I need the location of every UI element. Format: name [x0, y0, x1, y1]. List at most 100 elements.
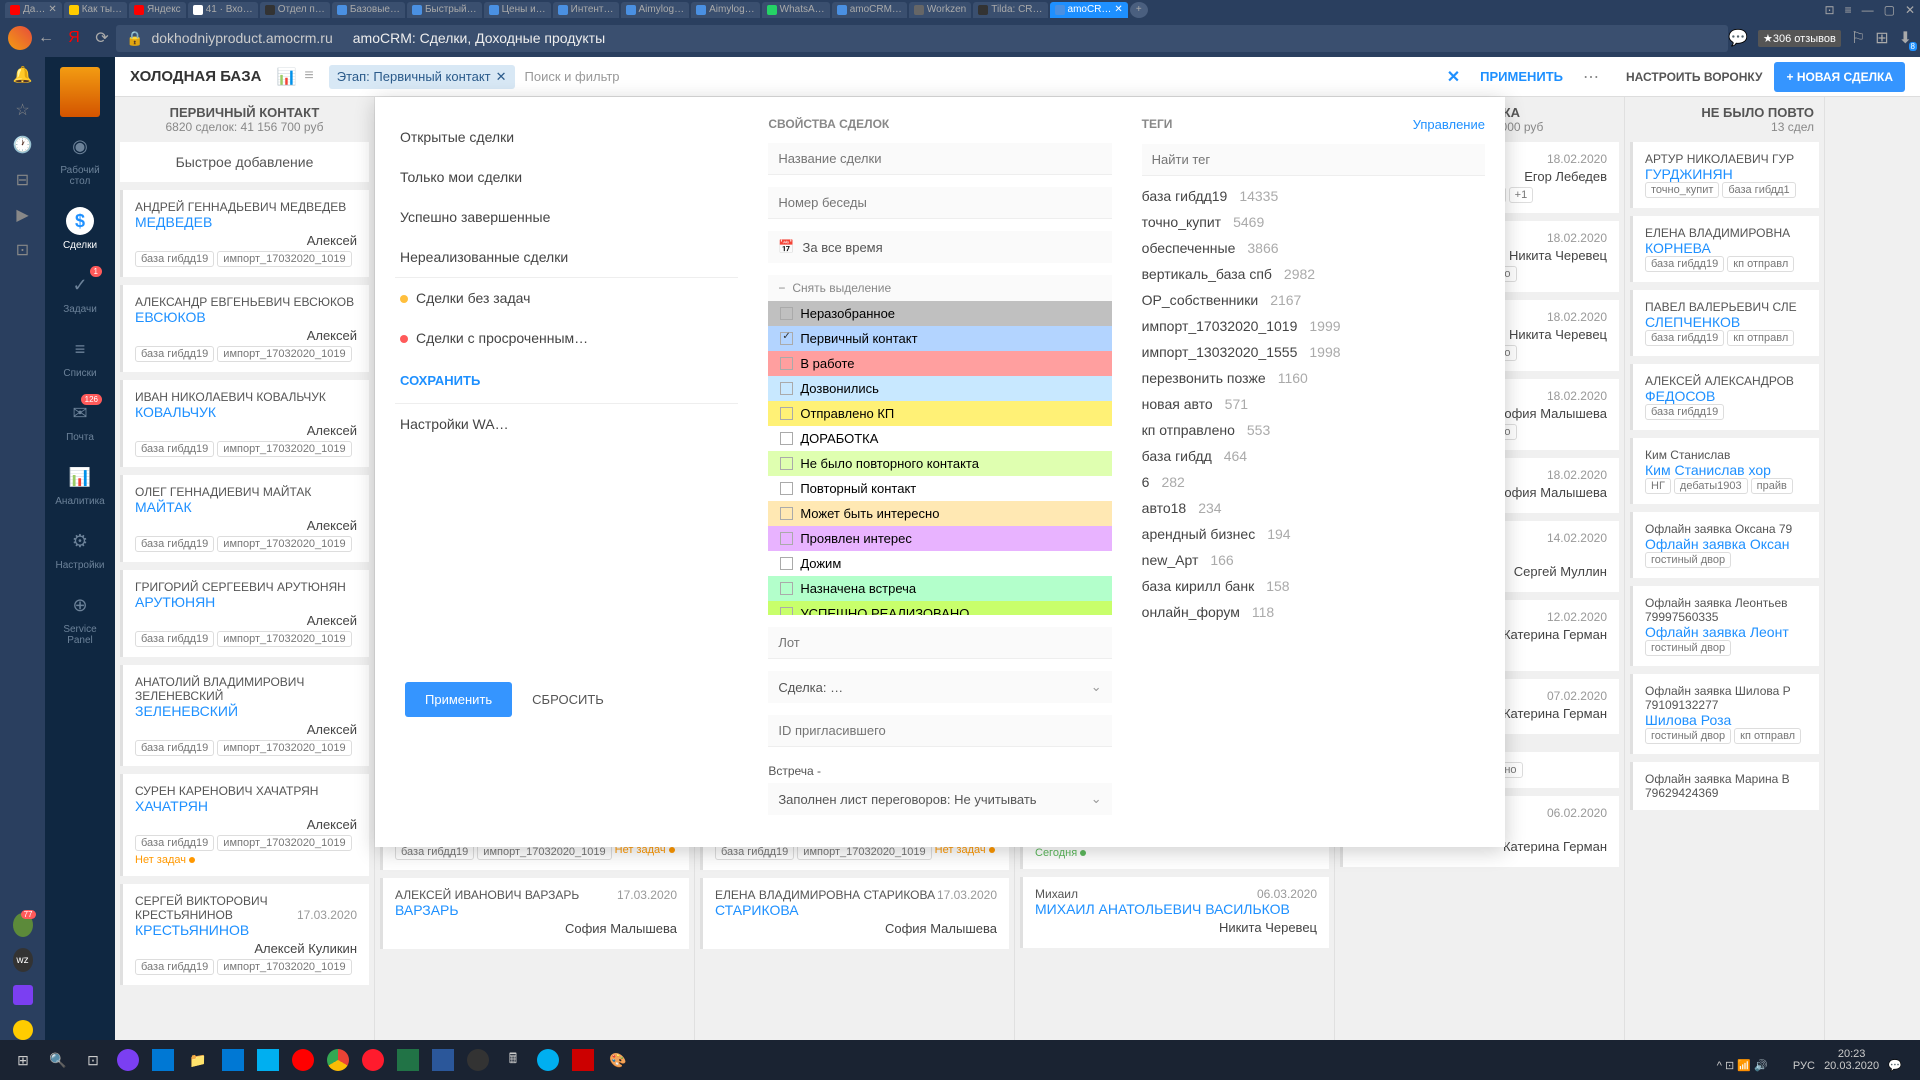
checkbox[interactable] [780, 332, 793, 345]
window-icon[interactable]: ⊡ [1825, 3, 1835, 17]
tag[interactable]: +1 [1509, 187, 1534, 203]
tag[interactable]: гостиный двор [1645, 728, 1731, 744]
pdf-icon[interactable] [568, 1045, 598, 1075]
more-icon[interactable]: ⋯ [1583, 67, 1599, 87]
stage-option[interactable]: Может быть интересно [768, 501, 1111, 526]
tag-filter-row[interactable]: ОР_собственники2167 [1142, 292, 1485, 308]
task-view-icon[interactable]: ⊡ [78, 1045, 108, 1075]
app-icon[interactable] [253, 1045, 283, 1075]
checkbox[interactable] [780, 307, 793, 320]
tab[interactable]: WhatsA… [762, 2, 830, 18]
deal-card[interactable]: АЛЕКСЕЙ ИВАНОВИЧ ВАРЗАРЬ17.03.2020 ВАРЗА… [380, 878, 689, 949]
tag[interactable]: импорт_17032020_1019 [217, 631, 351, 647]
deal-card[interactable]: ОЛЕГ ГЕННАДИЕВИЧ МАЙТАК МАЙТАК Алексей б… [120, 475, 369, 562]
tab[interactable]: Быстрый… [407, 2, 482, 18]
tag[interactable]: гостиный двор [1645, 640, 1731, 656]
tab[interactable]: Workzen [909, 2, 971, 18]
tag[interactable]: база гибдд19 [135, 835, 214, 851]
filter-menu-item[interactable]: Нереализованные сделки [395, 237, 738, 277]
tag-search-input[interactable] [1142, 144, 1485, 176]
deal-card[interactable]: СУРЕН КАРЕНОВИЧ ХАЧАТРЯН ХАЧАТРЯН Алексе… [120, 774, 369, 876]
app-icon[interactable] [148, 1045, 178, 1075]
close-icon[interactable]: ✕ [496, 69, 507, 85]
tag-filter-row[interactable]: импорт_17032020_10191999 [1142, 318, 1485, 334]
paint-icon[interactable]: 🎨 [603, 1045, 633, 1075]
tag[interactable]: импорт_17032020_1019 [217, 441, 351, 457]
filter-menu-item[interactable]: Сделки без задач [395, 278, 738, 318]
tag-filter-row[interactable]: импорт_13032020_15551998 [1142, 344, 1485, 360]
deal-card[interactable]: СЕРГЕЙ ВИКТОРОВИЧ КРЕСТЬЯНИНОВ17.03.2020… [120, 884, 369, 985]
opera-icon[interactable] [358, 1045, 388, 1075]
deal-card[interactable]: Офлайн заявка Шилова Р 79109132277 Шилов… [1630, 674, 1819, 754]
new-tab-button[interactable]: + [1130, 2, 1148, 18]
tag[interactable]: импорт_17032020_1019 [217, 346, 351, 362]
checkbox[interactable] [780, 482, 793, 495]
tag[interactable]: импорт_17032020_1019 [217, 959, 351, 975]
stage-option[interactable]: УСПЕШНО РЕАЛИЗОВАНО [768, 601, 1111, 615]
tab[interactable]: amoCRM… [832, 2, 907, 18]
configure-button[interactable]: НАСТРОИТЬ ВОРОНКУ [1614, 62, 1774, 92]
tab[interactable]: Интент… [553, 2, 619, 18]
deal-select[interactable]: Сделка: …⌄ [768, 671, 1111, 703]
reviews-badge[interactable]: ★306 отзывов [1758, 30, 1841, 47]
filter-menu-item[interactable]: Только мои сделки [395, 157, 738, 197]
deal-card[interactable]: АНАТОЛИЙ ВЛАДИМИРОВИЧ ЗЕЛЕНЕВСКИЙ ЗЕЛЕНЕ… [120, 665, 369, 766]
checkbox[interactable] [780, 357, 793, 370]
sidebar-item-desktop[interactable]: ◉Рабочий стол [50, 122, 110, 197]
ext-icon[interactable]: 77 [13, 915, 33, 935]
search-icon[interactable]: 🔍 [43, 1045, 73, 1075]
filter-menu-item[interactable]: Успешно завершенные [395, 197, 738, 237]
stage-option[interactable]: Проявлен интерес [768, 526, 1111, 551]
apply-link[interactable]: ПРИМЕНИТЬ [1480, 69, 1563, 84]
checkbox[interactable] [780, 582, 793, 595]
list-icon[interactable]: ≡ [304, 67, 313, 87]
download-icon[interactable]: ⬇8 [1899, 28, 1912, 48]
play-icon[interactable]: ▶ [13, 205, 33, 225]
checkbox[interactable] [780, 432, 793, 445]
apply-button[interactable]: Применить [405, 682, 512, 717]
filter-chip[interactable]: Этап: Первичный контакт✕ [329, 65, 515, 89]
tag[interactable]: база гибдд19 [135, 740, 214, 756]
stage-option[interactable]: Отправлено КП [768, 401, 1111, 426]
yandex-icon[interactable] [13, 1020, 33, 1040]
tab[interactable]: Aimylog… [621, 2, 690, 18]
quick-add[interactable]: Быстрое добавление [120, 142, 369, 182]
tag[interactable]: импорт_17032020_1019 [217, 251, 351, 267]
sidebar-item-lists[interactable]: ≡Списки [50, 325, 110, 389]
pipeline-title[interactable]: ХОЛОДНАЯ БАЗА [130, 68, 261, 85]
checkbox[interactable] [780, 457, 793, 470]
tag[interactable]: гостиный двор [1645, 552, 1731, 568]
checkbox[interactable] [780, 507, 793, 520]
tag[interactable]: база гибдд19 [135, 251, 214, 267]
tag[interactable]: точно_купит [1645, 182, 1719, 198]
app-icon[interactable] [463, 1045, 493, 1075]
calc-icon[interactable]: 🖩 [498, 1045, 528, 1075]
alice-icon[interactable] [13, 985, 33, 1005]
fill-select[interactable]: Заполнен лист переговоров: Не учитывать⌄ [768, 783, 1111, 815]
deal-card[interactable]: ЕЛЕНА ВЛАДИМИРОВНА КОРНЕВА база гибдд19к… [1630, 216, 1819, 282]
tag[interactable]: база гибдд19 [135, 441, 214, 457]
tag[interactable]: база гибдд19 [1645, 404, 1724, 420]
sidebar-item-service[interactable]: ⊕Service Panel [50, 581, 110, 656]
bell-icon[interactable]: 🔔 [13, 65, 33, 85]
tag-filter-row[interactable]: база гибдд464 [1142, 448, 1485, 464]
skype-icon[interactable] [533, 1045, 563, 1075]
tag-filter-row[interactable]: new_Арт166 [1142, 552, 1485, 568]
tag-filter-row[interactable]: база гибдд1914335 [1142, 188, 1485, 204]
tag-filter-row[interactable]: кп отправлено553 [1142, 422, 1485, 438]
minimize-icon[interactable]: — [1862, 3, 1874, 17]
app-icon[interactable] [218, 1045, 248, 1075]
close-window-icon[interactable]: ✕ [1905, 3, 1915, 17]
bookmark-icon[interactable]: ⚐ [1851, 28, 1865, 48]
stage-option[interactable]: Дозвонились [768, 376, 1111, 401]
deal-card[interactable]: Офлайн заявка Леонтьев 79997560335 Офлай… [1630, 586, 1819, 666]
clock-icon[interactable]: 🕐 [13, 135, 33, 155]
ext-icon[interactable]: ⊞ [1875, 28, 1888, 48]
tab[interactable]: Базовые… [332, 2, 405, 18]
excel-icon[interactable] [393, 1045, 423, 1075]
chrome-icon[interactable] [323, 1045, 353, 1075]
tag-filter-row[interactable]: 6282 [1142, 474, 1485, 490]
tab[interactable]: Цены и… [484, 2, 551, 18]
new-deal-button[interactable]: + НОВАЯ СДЕЛКА [1774, 62, 1905, 92]
checkbox[interactable] [780, 382, 793, 395]
